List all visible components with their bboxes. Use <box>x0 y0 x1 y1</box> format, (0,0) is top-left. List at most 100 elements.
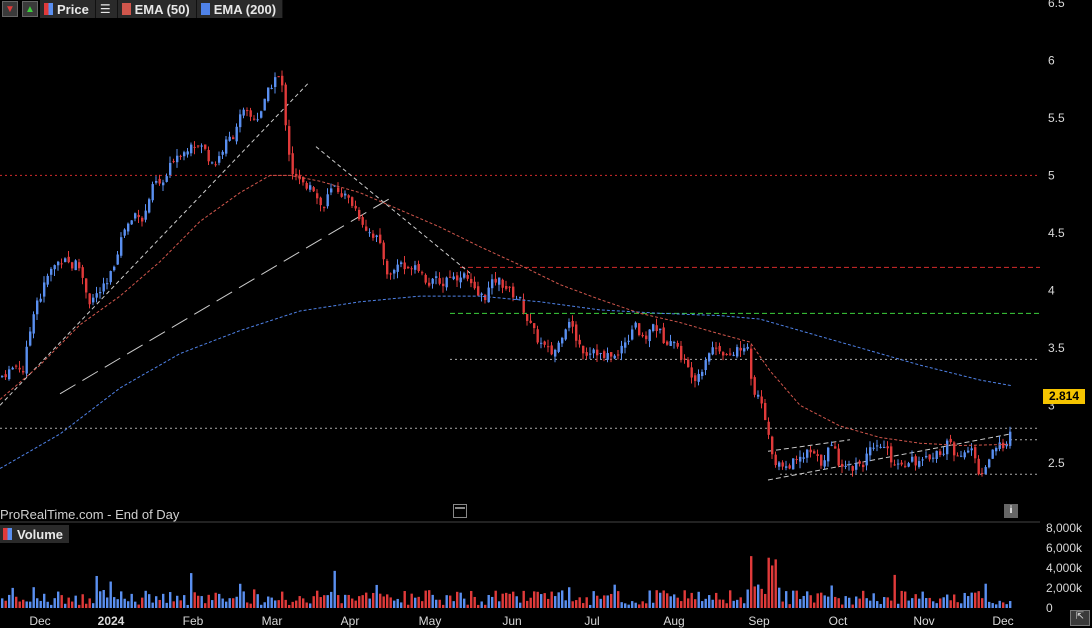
volume-bar <box>25 601 28 608</box>
volume-bar <box>725 603 728 608</box>
volume-bar <box>64 603 67 608</box>
candle-body <box>505 286 508 289</box>
volume-bar <box>29 601 32 608</box>
candle-body <box>907 463 910 467</box>
volume-bar <box>596 595 599 608</box>
volume-legend[interactable]: Volume <box>0 525 69 543</box>
legend-menu[interactable]: ☰ <box>95 0 118 18</box>
volume-bar <box>43 593 46 608</box>
candle-body <box>722 352 725 356</box>
candle-body <box>400 262 403 265</box>
volume-bar <box>1009 601 1012 608</box>
candle-body <box>501 279 504 288</box>
volume-bar <box>778 587 781 608</box>
volume-bar <box>907 600 910 608</box>
legend-ema50[interactable]: EMA (50) <box>117 0 197 18</box>
candle-body <box>249 110 252 117</box>
price-tick-label: 2.5 <box>1048 456 1065 470</box>
volume-bar <box>85 603 88 608</box>
volume-bar <box>956 602 959 608</box>
candle-body <box>193 146 196 148</box>
volume-bar <box>736 599 739 608</box>
up-arrow-icon[interactable]: ▲ <box>22 1 38 17</box>
volume-bar <box>22 599 25 608</box>
volume-bar <box>459 592 462 608</box>
volume-bar <box>760 588 763 608</box>
down-arrow-icon[interactable]: ▼ <box>2 1 18 17</box>
volume-bar <box>792 590 795 608</box>
volume-bar <box>368 598 371 608</box>
volume-bar <box>183 595 186 608</box>
volume-tick-label: 0 <box>1046 601 1053 615</box>
candle-body <box>127 223 130 232</box>
volume-bar <box>757 584 760 608</box>
candle-body <box>330 188 333 193</box>
candle-body <box>536 329 539 343</box>
candle-body <box>680 345 683 360</box>
candle-body <box>879 446 882 448</box>
candle-body <box>683 358 686 360</box>
volume-bar <box>372 592 375 608</box>
volume-bar <box>561 590 564 608</box>
volume-bar <box>662 590 665 608</box>
volume-bar <box>435 599 438 608</box>
volume-bar <box>690 592 693 608</box>
volume-bar <box>263 602 266 608</box>
menu-icon[interactable]: ☰ <box>100 2 111 16</box>
candle-body <box>424 274 427 283</box>
candle-body <box>39 298 42 302</box>
volume-bar <box>890 600 893 608</box>
volume-bar <box>39 600 42 608</box>
volume-bar <box>309 603 312 608</box>
candle-body <box>697 373 700 382</box>
candle-body <box>95 293 98 298</box>
legend-ema200[interactable]: EMA (200) <box>196 0 284 18</box>
candle-body <box>960 455 963 457</box>
candle-body <box>197 145 200 147</box>
volume-bar <box>88 598 91 608</box>
volume-bar <box>242 591 245 608</box>
volume-bar <box>144 590 147 608</box>
volume-bar <box>676 597 679 608</box>
volume-bar <box>897 603 900 608</box>
volume-bar <box>543 593 546 608</box>
price-chart[interactable]: 6.565.554.543.532.5 8,000k6,000k4,000k2,… <box>0 0 1092 628</box>
candle-body <box>519 297 522 299</box>
volume-bar <box>774 559 777 608</box>
volume-bar <box>407 604 410 608</box>
volume-bar <box>519 602 522 608</box>
candle-body <box>725 354 728 356</box>
candle-body <box>46 275 49 285</box>
candle-body <box>351 197 354 206</box>
calendar-icon[interactable] <box>453 504 467 518</box>
volume-bar <box>428 590 431 608</box>
candle-body <box>32 314 35 334</box>
price-tick-label: 5 <box>1048 168 1055 182</box>
candle-body <box>368 232 371 234</box>
candle-body <box>554 349 557 357</box>
candle-body <box>22 371 25 373</box>
candle-body <box>932 457 935 459</box>
candle-body <box>498 277 501 285</box>
volume-bar <box>928 597 931 608</box>
candle-body <box>627 340 630 342</box>
info-icon[interactable]: i <box>1004 504 1018 518</box>
candle-body <box>256 119 259 121</box>
candle-body <box>246 110 249 112</box>
volume-bar <box>148 594 151 608</box>
legend-price[interactable]: Price <box>40 0 96 18</box>
volume-bar <box>767 557 770 608</box>
candle-body <box>893 464 896 466</box>
scroll-handle-icon[interactable]: ⇱ <box>1070 610 1090 626</box>
candle-body <box>487 287 490 303</box>
candle-body <box>648 329 651 342</box>
volume-bar <box>354 600 357 608</box>
candle-body <box>529 320 532 323</box>
volume-bar <box>610 593 613 608</box>
candle-body <box>638 323 641 336</box>
candle-body <box>918 461 921 467</box>
volume-tick-label: 6,000k <box>1046 541 1083 555</box>
volume-bar <box>50 604 53 608</box>
candle-body <box>837 448 840 466</box>
candle-body <box>442 283 445 287</box>
